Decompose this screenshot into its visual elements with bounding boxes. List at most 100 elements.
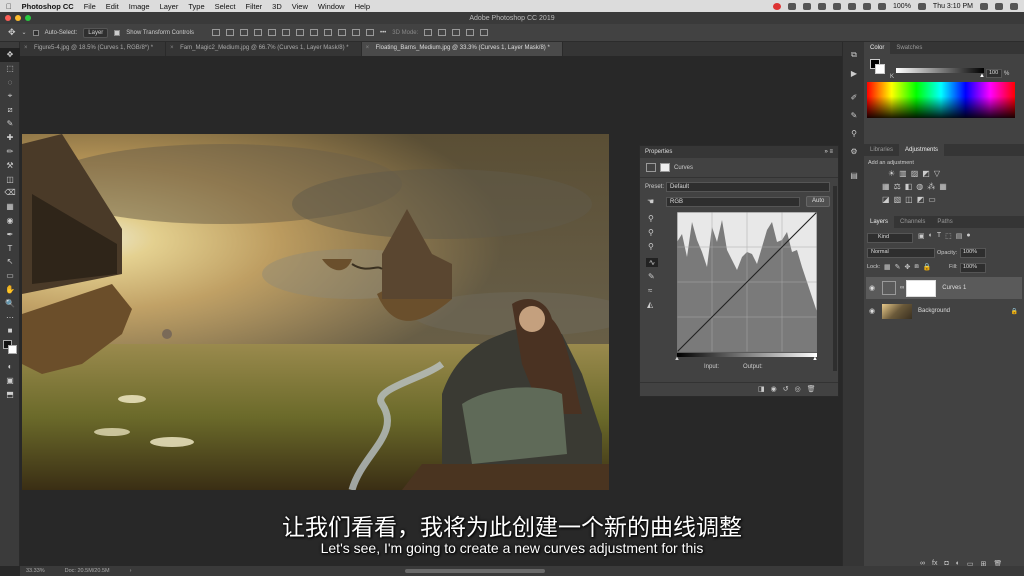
eyedropper-tool-icon[interactable]: ✎	[0, 117, 20, 131]
menu-layer[interactable]: Layer	[160, 2, 179, 11]
color-balance-icon[interactable]: ⚖	[894, 182, 901, 191]
filter-pixel-icon[interactable]: ▣	[918, 232, 925, 240]
3d-orbit-icon[interactable]	[424, 29, 433, 36]
distribute-top-icon[interactable]	[295, 29, 304, 36]
on-image-adjust-icon[interactable]: ☚	[647, 197, 654, 206]
layer-row-curves[interactable]: ◉ ∞ Curves 1	[866, 277, 1022, 299]
menu-view[interactable]: View	[292, 2, 308, 11]
layer-mask-icon[interactable]	[660, 163, 670, 172]
tray-app-icon[interactable]	[788, 2, 797, 10]
clipping-warning-icon[interactable]: ◭	[647, 300, 653, 309]
delete-adjustment-icon[interactable]: 🗑	[807, 385, 816, 393]
screen-mode-icon[interactable]: ▣	[0, 374, 20, 388]
brightness-contrast-icon[interactable]: ☀	[888, 169, 895, 178]
tab-layers[interactable]: Layers	[864, 216, 895, 228]
3d-pan-icon[interactable]	[452, 29, 461, 36]
history-panel-icon[interactable]: ⧉	[843, 46, 865, 64]
menu-image[interactable]: Image	[129, 2, 150, 11]
move-tool-icon[interactable]: ✥	[0, 48, 20, 62]
dodge-tool-icon[interactable]: ✒	[0, 227, 20, 241]
tool-preset-chevron-icon[interactable]: ⌄	[22, 29, 27, 36]
visibility-eye-icon[interactable]: ◉	[866, 284, 878, 292]
wifi-icon[interactable]	[863, 2, 872, 10]
hand-tool-icon[interactable]: 🔍	[0, 296, 20, 310]
gray-point-eyedropper-icon[interactable]: ⚲	[648, 228, 654, 237]
move-tool-icon[interactable]: ✥	[8, 27, 16, 38]
white-point-eyedropper-icon[interactable]: ⚲	[648, 242, 654, 251]
lock-position-icon[interactable]: ✥	[905, 263, 911, 271]
minimize-window-button[interactable]	[15, 15, 21, 21]
posterize-icon[interactable]: ▧	[894, 195, 902, 204]
creative-cloud-icon[interactable]	[773, 2, 782, 10]
menu-select[interactable]: Select	[215, 2, 236, 11]
brush-tool-icon[interactable]: ✏	[0, 145, 20, 159]
show-transform-checkbox[interactable]	[114, 29, 121, 36]
tab-channels[interactable]: Channels	[894, 216, 931, 228]
gradient-tool-icon[interactable]: ▦	[0, 200, 20, 214]
bluetooth-icon[interactable]	[848, 2, 857, 10]
black-point-eyedropper-icon[interactable]: ⚲	[648, 214, 654, 223]
k-slider-handle-icon[interactable]: ▲	[979, 73, 985, 79]
lock-artboard-icon[interactable]: ⧈	[914, 263, 918, 271]
clone-source-icon[interactable]: ⚲	[843, 124, 865, 142]
brushes-panel-icon[interactable]: ✎	[843, 106, 865, 124]
view-previous-icon[interactable]: ◉	[771, 385, 777, 393]
align-right-icon[interactable]	[281, 29, 290, 36]
layer-link-icon[interactable]: ∞	[900, 285, 904, 291]
clip-to-layer-icon[interactable]: ◨	[758, 385, 765, 393]
type-tool-icon[interactable]: ↖	[0, 255, 20, 269]
color-lookup-icon[interactable]: ▦	[939, 182, 947, 191]
filter-toggle-icon[interactable]: ●	[966, 232, 970, 240]
menu-file[interactable]: File	[84, 2, 96, 11]
3d-roll-icon[interactable]	[438, 29, 447, 36]
close-tab-icon[interactable]: ×	[366, 45, 370, 51]
tab-swatches[interactable]: Swatches	[890, 42, 928, 54]
quick-mask-icon[interactable]: ◐	[0, 360, 20, 374]
k-slider-track[interactable]	[896, 68, 984, 73]
battery-percent[interactable]: 100%	[893, 3, 911, 10]
menu-3d[interactable]: 3D	[272, 2, 282, 11]
healing-brush-tool-icon[interactable]: ✚	[0, 131, 20, 145]
zoom-window-button[interactable]	[25, 15, 31, 21]
menu-edit[interactable]: Edit	[106, 2, 119, 11]
distribute-bottom-icon[interactable]	[323, 29, 332, 36]
tab-adjustments[interactable]: Adjustments	[899, 144, 945, 156]
auto-select-checkbox[interactable]	[32, 29, 39, 36]
menu-help[interactable]: Help	[355, 2, 370, 11]
search-icon[interactable]	[980, 2, 988, 10]
layer-name[interactable]: Background	[918, 308, 950, 314]
layer-mask-thumbnail[interactable]	[906, 279, 937, 297]
filter-type-icon[interactable]: T	[937, 232, 941, 240]
clock[interactable]: Thu 3:10 PM	[933, 3, 973, 10]
filter-smart-object-icon[interactable]: ▤	[956, 232, 963, 240]
tray-app-icon[interactable]	[818, 2, 827, 10]
lock-transparent-icon[interactable]: ▦	[884, 263, 891, 271]
tab-figure5-4[interactable]: × Figure5-4.jpg @ 18.5% (Curves 1, RGB/8…	[20, 42, 167, 56]
white-input-slider-icon[interactable]: ▲	[812, 356, 818, 362]
curves-graph[interactable]	[677, 212, 817, 354]
crop-tool-icon[interactable]: ⧄	[0, 103, 20, 117]
close-tab-icon[interactable]: ×	[170, 45, 174, 51]
auto-button[interactable]: Auto	[806, 196, 831, 207]
more-options-icon[interactable]: •••	[380, 30, 386, 36]
marquee-tool-icon[interactable]: ⬚	[0, 62, 20, 76]
gradient-map-icon[interactable]: ▭	[928, 195, 936, 204]
volume-icon[interactable]	[878, 2, 887, 10]
k-value-field[interactable]: 100	[986, 69, 1002, 78]
blur-tool-icon[interactable]: ◉	[0, 214, 20, 228]
battery-icon[interactable]	[917, 2, 926, 10]
history-brush-tool-icon[interactable]: ◫	[0, 172, 20, 186]
hue-saturation-icon[interactable]: ▦	[882, 182, 890, 191]
actions-panel-icon[interactable]: ▶	[843, 64, 865, 82]
smooth-curve-icon[interactable]: ≈	[648, 286, 652, 295]
properties-panel-icon[interactable]: ▤	[843, 166, 865, 184]
fill-field[interactable]: 100%	[960, 263, 986, 273]
visibility-eye-icon[interactable]: ◉	[866, 307, 878, 315]
align-bottom-icon[interactable]	[239, 29, 248, 36]
tab-fam-magic2[interactable]: × Fam_Magic2_Medium.jpg @ 66.7% (Curves …	[166, 42, 362, 56]
panel-menu-icon[interactable]: ≡	[829, 149, 833, 155]
photo-filter-icon[interactable]: ◍	[916, 182, 923, 191]
visibility-icon[interactable]: ◎	[795, 385, 801, 393]
invert-icon[interactable]: ◪	[882, 195, 890, 204]
close-tab-icon[interactable]: ×	[24, 45, 28, 51]
